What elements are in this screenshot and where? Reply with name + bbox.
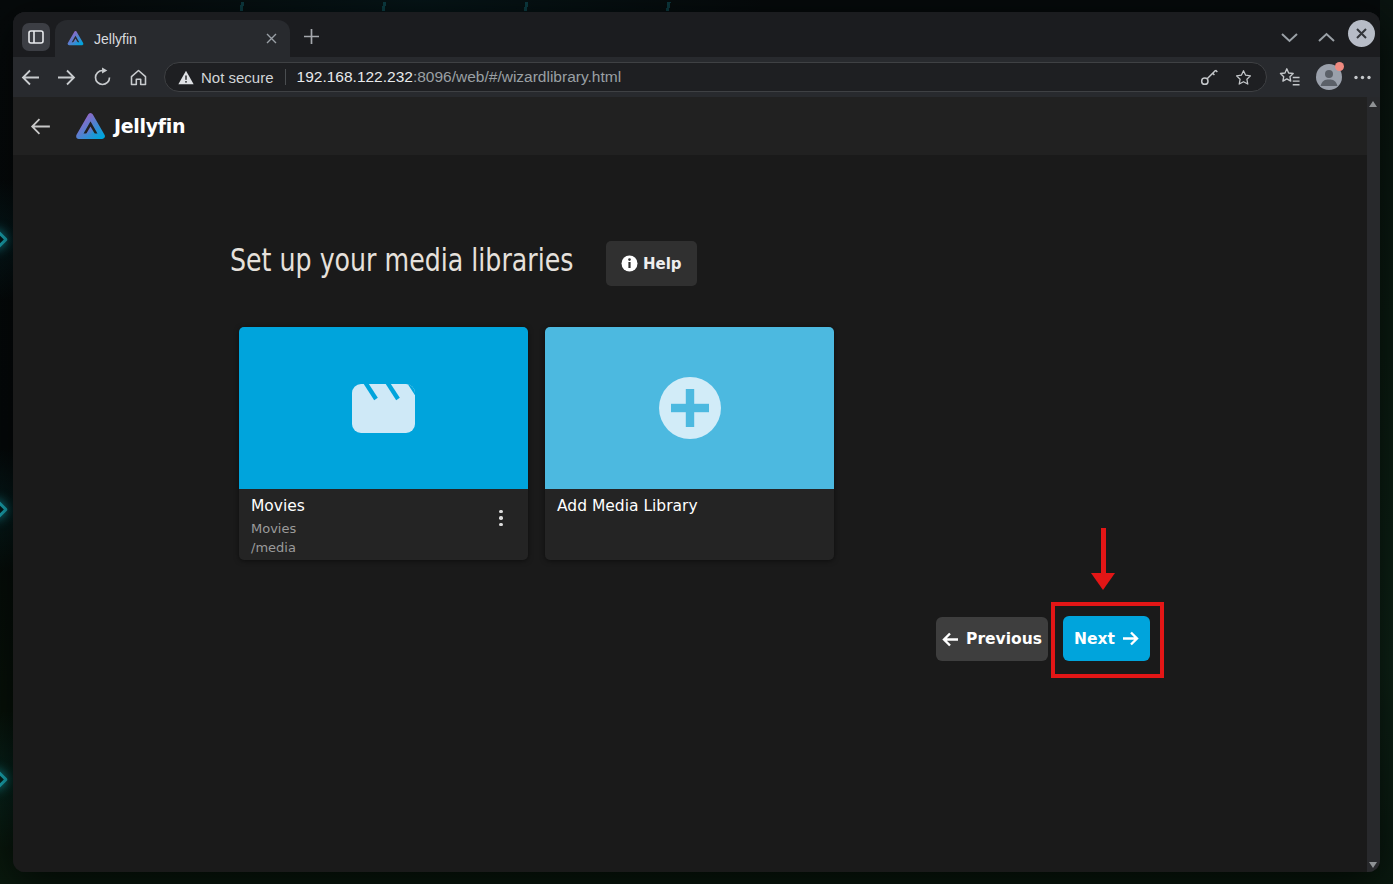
desktop-decoration (0, 499, 8, 520)
library-menu-button[interactable] (488, 503, 514, 533)
annotation-highlight-box (1051, 602, 1164, 678)
desktop-decoration (1380, 0, 1393, 884)
library-path: /media (251, 538, 516, 557)
app-header: Jellyfin (13, 97, 1367, 155)
movie-clapper-icon (352, 384, 415, 433)
password-key-button[interactable] (1199, 67, 1219, 87)
scrollbar-up-arrow[interactable] (1369, 101, 1377, 107)
toolbar-right-cluster (1279, 64, 1372, 90)
annotation-arrow-head (1091, 573, 1115, 590)
add-library-card-image[interactable] (545, 327, 834, 489)
previous-button-label: Previous (966, 630, 1042, 648)
address-bar[interactable]: Not secure 192.168.122.232 :8096/web/#/w… (164, 62, 1267, 92)
forward-button[interactable] (50, 60, 84, 94)
profile-notification-dot (1335, 62, 1344, 71)
browser-window: Jellyfin (13, 12, 1380, 872)
close-icon (1355, 27, 1368, 40)
home-icon (128, 67, 149, 88)
plus-icon (302, 27, 321, 46)
jellyfin-page: Jellyfin Set up your media libraries Hel… (13, 97, 1380, 872)
star-list-icon (1279, 67, 1301, 87)
window-menu-chevron-down[interactable] (1280, 29, 1299, 47)
previous-button[interactable]: Previous (936, 617, 1048, 661)
ellipsis-icon (1353, 74, 1372, 81)
help-button-label: Help (643, 255, 682, 273)
annotation-arrow (1101, 528, 1106, 574)
window-close-button[interactable] (1348, 20, 1375, 47)
tab-strip: Jellyfin (13, 12, 1380, 57)
new-tab-button[interactable] (301, 26, 321, 46)
reading-list-button[interactable] (1279, 67, 1301, 87)
arrow-left-icon (942, 632, 959, 647)
back-button[interactable] (14, 60, 48, 94)
scrollbar-down-arrow[interactable] (1369, 862, 1377, 868)
app-back-button[interactable] (27, 113, 53, 139)
reload-button[interactable] (86, 60, 120, 94)
arrow-right-icon (56, 67, 77, 88)
desktop-background: Jellyfin (0, 0, 1393, 884)
divider (285, 69, 286, 85)
library-subtitle: Movies (251, 519, 516, 538)
side-panel-icon (28, 30, 44, 44)
page-title: Set up your media libraries (230, 241, 573, 279)
add-library-card-info: Add Media Library (545, 489, 834, 515)
security-label[interactable]: Not secure (201, 69, 274, 86)
jellyfin-logo (75, 111, 106, 142)
home-button[interactable] (121, 60, 155, 94)
warning-icon (178, 70, 194, 85)
url-host[interactable]: 192.168.122.232 (297, 68, 413, 86)
jellyfin-favicon (67, 30, 84, 47)
tab-search-button[interactable] (22, 23, 50, 51)
info-icon (621, 255, 638, 272)
bookmark-star-button[interactable] (1234, 68, 1253, 87)
browser-menu-button[interactable] (1353, 74, 1372, 81)
add-library-card[interactable]: Add Media Library (545, 327, 834, 560)
close-icon (266, 33, 277, 44)
help-button[interactable]: Help (606, 241, 697, 286)
desktop-decoration (170, 2, 730, 11)
library-cards: Movies Movies /media (239, 327, 834, 560)
library-card-movies[interactable]: Movies Movies /media (239, 327, 528, 560)
tab-close-button[interactable] (262, 30, 280, 48)
arrow-left-icon (28, 114, 53, 139)
library-card-info: Movies Movies /media (239, 489, 528, 557)
browser-toolbar: Not secure 192.168.122.232 :8096/web/#/w… (13, 57, 1380, 97)
key-icon (1199, 67, 1219, 87)
arrow-left-icon (20, 67, 41, 88)
desktop-decoration (0, 229, 8, 250)
app-brand-title: Jellyfin (114, 115, 185, 137)
url-path[interactable]: :8096/web/#/wizardlibrary.html (413, 68, 621, 86)
library-title: Movies (251, 497, 516, 515)
reload-icon (92, 67, 113, 88)
add-library-label: Add Media Library (557, 497, 822, 515)
browser-tab[interactable]: Jellyfin (55, 20, 290, 57)
page-scrollbar[interactable] (1367, 97, 1380, 872)
star-icon (1234, 68, 1253, 87)
tab-title: Jellyfin (94, 31, 262, 47)
chevron-up-icon (1317, 32, 1336, 43)
chevron-down-icon (1280, 32, 1299, 43)
browser-profile-avatar[interactable] (1316, 64, 1342, 90)
window-minimize-chevron-up[interactable] (1317, 29, 1336, 47)
add-plus-icon (658, 376, 722, 440)
library-card-image[interactable] (239, 327, 528, 489)
desktop-decoration (0, 769, 8, 790)
